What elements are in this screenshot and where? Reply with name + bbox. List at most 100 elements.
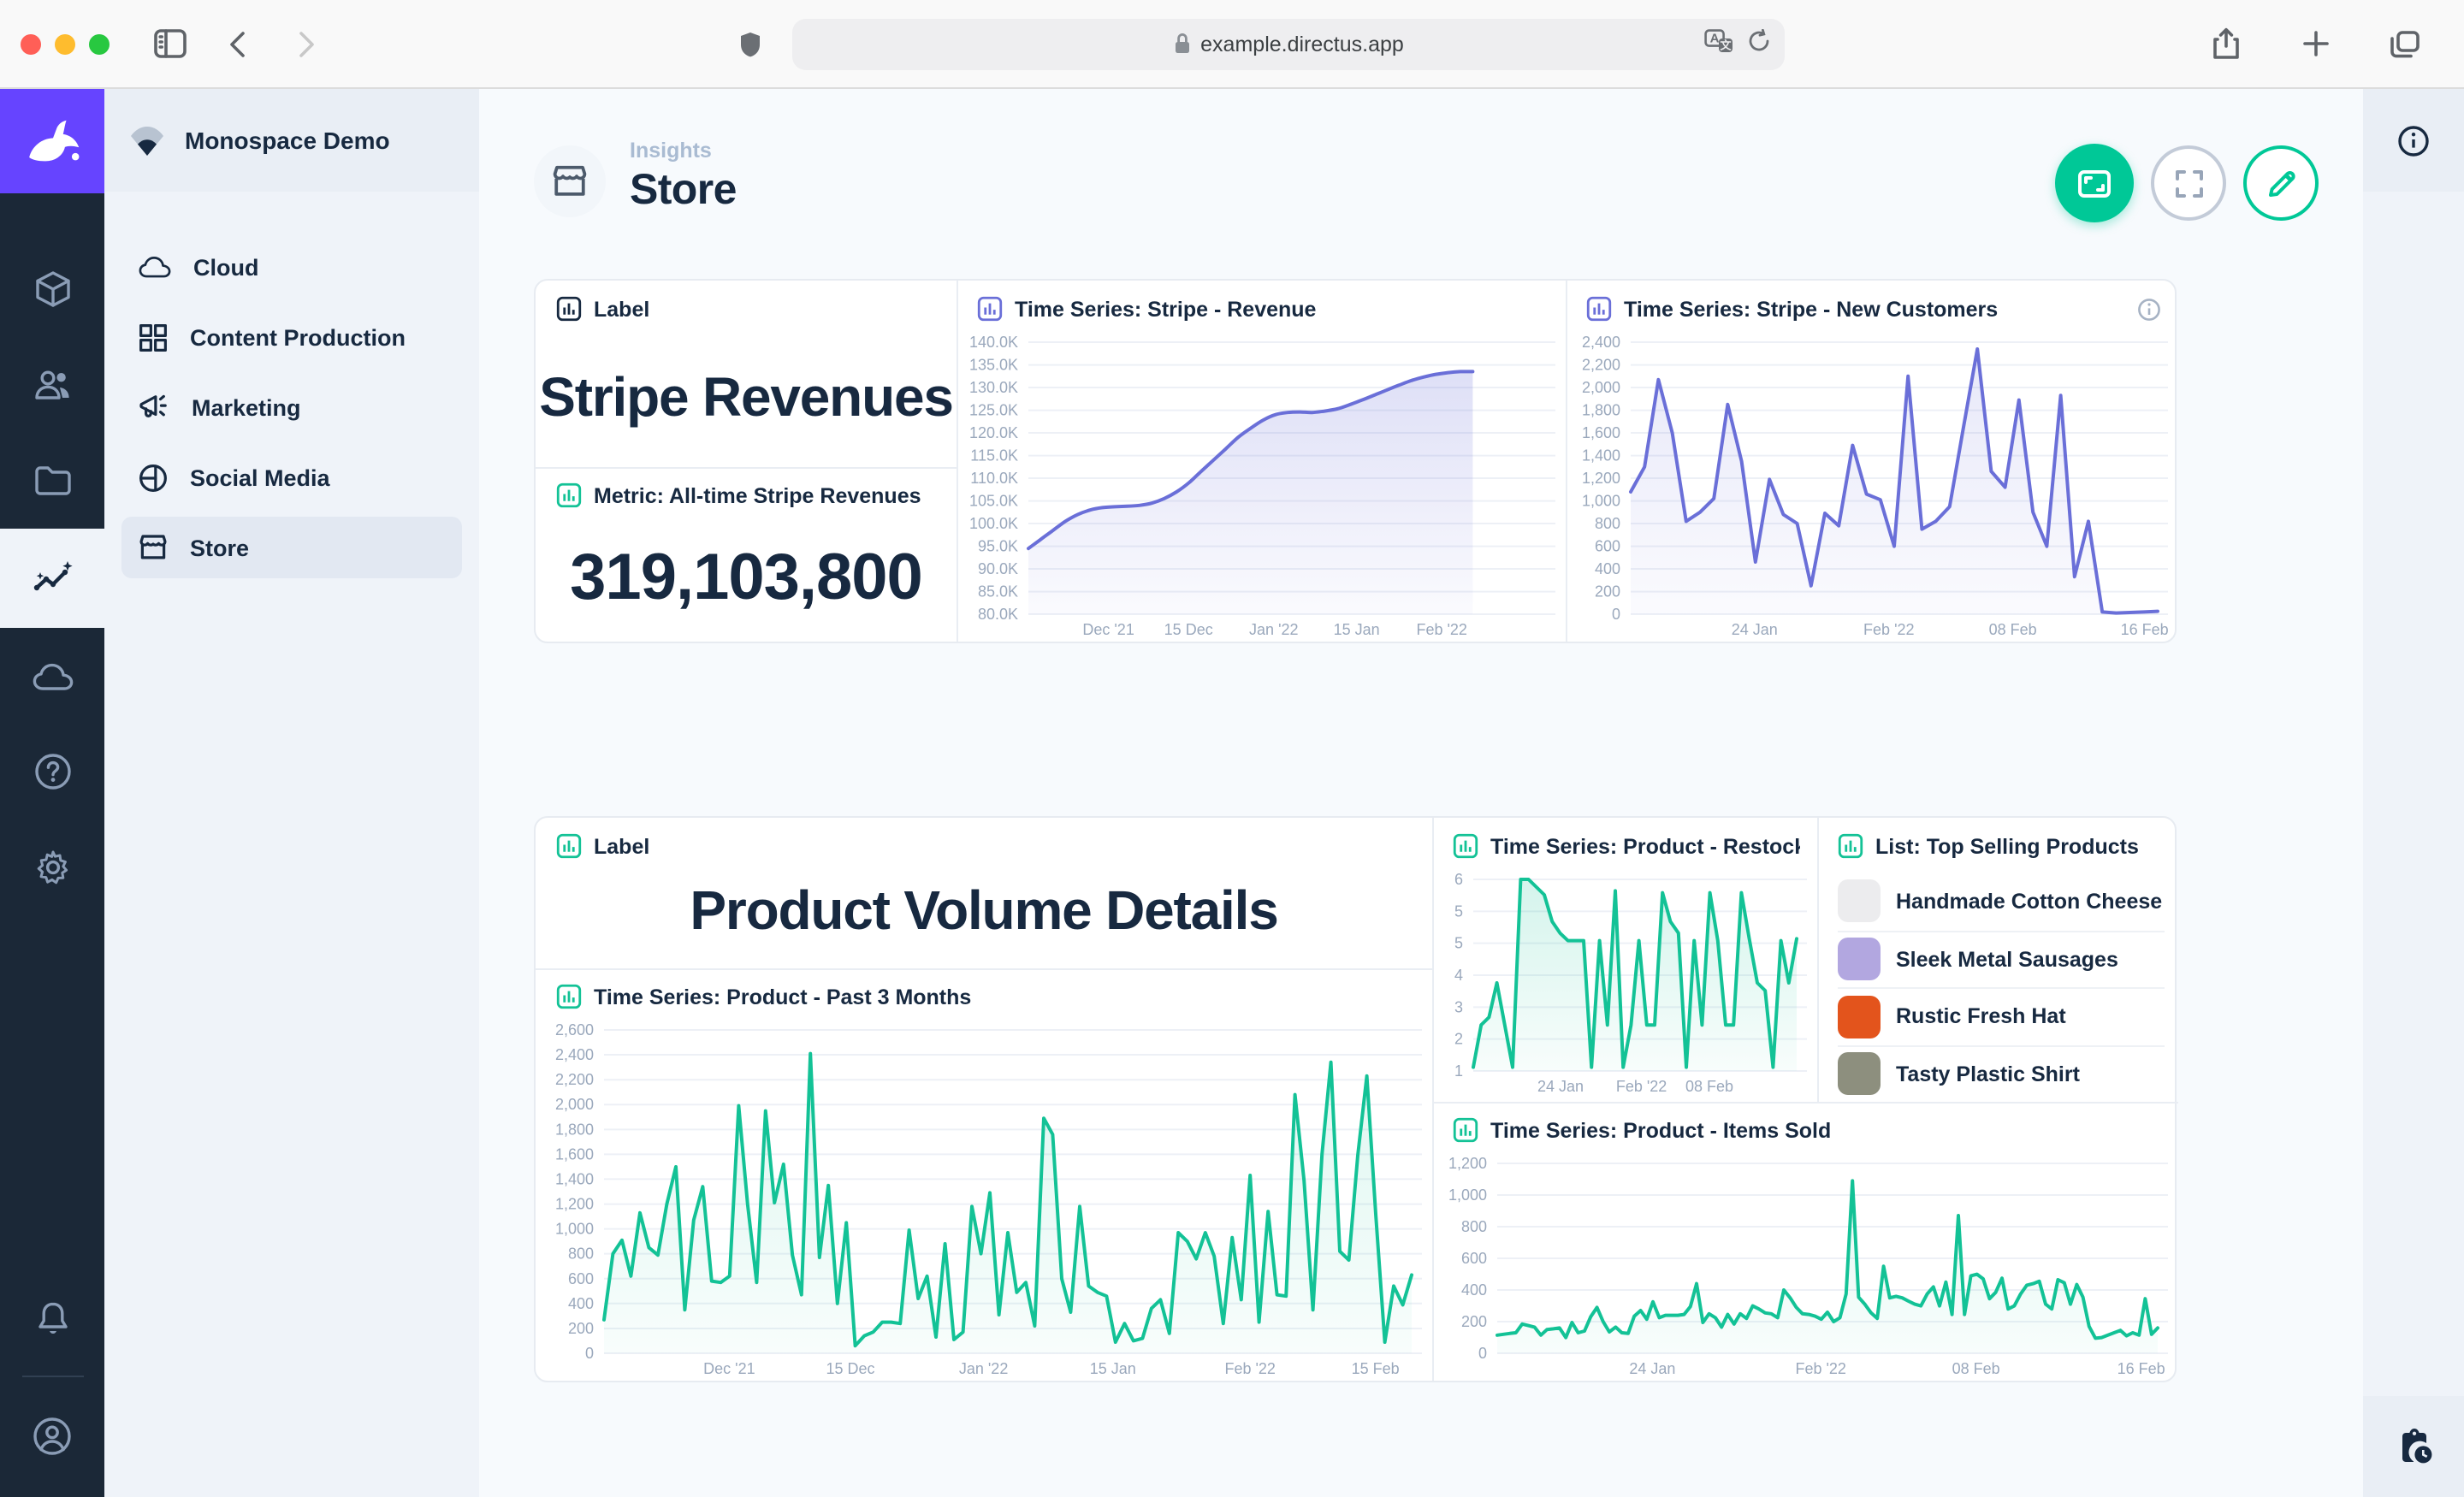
module-files-icon[interactable] [0,433,104,529]
svg-text:24 Jan: 24 Jan [1537,1078,1584,1095]
panel-title: Label [594,834,649,858]
svg-text:2,000: 2,000 [555,1096,594,1113]
panel-type-icon [1586,296,1612,322]
svg-text:115.0K: 115.0K [970,447,1018,464]
svg-text:800: 800 [1461,1218,1487,1235]
sidebar-toggle-icon[interactable] [144,21,195,66]
product-thumbnail [1838,996,1881,1038]
panel-title: List: Top Selling Products [1875,834,2139,858]
list-item[interactable]: Rustic Fresh Hat [1838,987,2165,1044]
svg-text:1,400: 1,400 [1582,447,1620,464]
panel-stripe-new-customers[interactable]: Time Series: Stripe - New Customers 2,40… [1566,281,2178,645]
svg-text:16 Feb: 16 Feb [2121,621,2169,638]
storefront-icon [139,534,168,561]
privacy-shield-icon[interactable] [724,21,775,66]
panel-title: Time Series: Product - Items Sold [1490,1118,1831,1142]
panel-type-icon [1453,833,1478,859]
panel-stripe-revenue[interactable]: Time Series: Stripe - Revenue 140.0K135.… [957,281,1566,645]
notifications-bell-icon[interactable] [0,1269,104,1365]
insights-dashboard: Insights Store [479,89,2363,1497]
new-customers-chart: 2,4002,2002,0001,8001,6001,4001,2001,000… [1573,332,2171,640]
svg-text:400: 400 [1595,560,1620,577]
fullscreen-button[interactable] [2151,145,2226,221]
nav-item-label: Social Media [190,464,330,490]
svg-text:110.0K: 110.0K [970,470,1018,487]
nav-item-label: Marketing [192,394,301,420]
breadcrumb[interactable]: Insights [630,139,712,163]
svg-text:600: 600 [1461,1250,1487,1267]
svg-text:15 Dec: 15 Dec [826,1360,874,1377]
edit-dashboard-button[interactable] [2243,145,2319,221]
svg-text:0: 0 [1478,1345,1487,1362]
module-cloud-icon[interactable] [0,628,104,724]
svg-text:200: 200 [1595,583,1620,601]
browser-toolbar: example.directus.app A文 [0,0,2464,89]
zoom-window-button[interactable] [89,33,110,54]
svg-text:95.0K: 95.0K [978,538,1018,555]
info-sidebar-button[interactable] [2363,89,2464,192]
module-content-icon[interactable] [0,241,104,337]
share-icon[interactable] [2200,21,2252,66]
svg-text:90.0K: 90.0K [978,560,1018,577]
module-help-icon[interactable] [0,724,104,820]
svg-text:2,200: 2,200 [555,1071,594,1088]
panel-top-selling-products[interactable]: List: Top Selling Products Handmade Cott… [1817,818,2178,1102]
svg-text:08 Feb: 08 Feb [1685,1078,1733,1095]
new-tab-icon[interactable] [2289,21,2341,66]
nav-item-store[interactable]: Store [121,517,462,578]
panel-type-icon [556,482,582,508]
module-insights-icon[interactable] [0,529,104,628]
nav-item-label: Cloud [193,254,259,280]
panel-metric-revenues[interactable]: Metric: All-time Stripe Revenues 319,103… [536,467,957,645]
product-name: Tasty Plastic Shirt [1896,1062,2080,1086]
back-button[interactable] [212,21,264,66]
svg-text:Jan '22: Jan '22 [1249,621,1298,638]
list-item[interactable]: Tasty Plastic Shirt [1838,1044,2165,1102]
close-window-button[interactable] [21,33,41,54]
svg-text:Feb '22: Feb '22 [1416,621,1466,638]
nav-item-social-media[interactable]: Social Media [121,447,462,508]
url-area: example.directus.app A文 [349,18,2159,69]
dashboard-icon [534,145,606,217]
reload-icon[interactable] [1747,29,1771,58]
panel-product-past-3-months[interactable]: Time Series: Product - Past 3 Months 2,6… [536,968,1432,1384]
megaphone-icon [139,393,169,421]
module-users-icon[interactable] [0,337,104,433]
panel-product-items-sold[interactable]: Time Series: Product - Items Sold 1,2001… [1432,1102,2178,1384]
svg-text:1: 1 [1454,1062,1463,1080]
past-3-months-chart: 2,6002,4002,2002,0001,8001,6001,4001,200… [542,1020,1425,1379]
panel-title: Label [594,297,649,321]
layout-options-button[interactable] [2055,144,2134,222]
svg-text:2,400: 2,400 [1582,334,1620,351]
user-avatar-icon[interactable] [0,1388,104,1483]
nav-item-cloud[interactable]: Cloud [121,236,462,298]
module-settings-icon[interactable] [0,820,104,915]
minimize-window-button[interactable] [55,33,75,54]
svg-text:16 Feb: 16 Feb [2118,1360,2165,1377]
window-controls [21,33,110,54]
pie-chart-icon [139,463,168,492]
info-icon[interactable] [2137,297,2161,321]
list-item[interactable]: Handmade Cotton Cheese [1838,873,2165,930]
panel-label-product[interactable]: Label Product Volume Details [536,818,1432,968]
svg-text:5: 5 [1454,935,1463,952]
panel-product-restocks[interactable]: Time Series: Product - Restocks 65543212… [1432,818,1817,1102]
svg-text:140.0K: 140.0K [969,334,1018,351]
translate-icon[interactable]: A文 [1704,29,1733,58]
project-switcher[interactable]: Monospace Demo [104,89,479,192]
svg-text:文: 文 [1720,39,1732,52]
items-sold-chart: 1,2001,000800600400200024 JanFeb '2208 F… [1439,1153,2171,1379]
panel-title: Time Series: Stripe - New Customers [1624,297,1998,321]
svg-text:2: 2 [1454,1031,1463,1048]
panel-label-stripe[interactable]: Label Stripe Revenues [536,281,957,467]
tab-overview-icon[interactable] [2378,21,2430,66]
activity-log-button[interactable] [2363,1396,2464,1497]
list-item[interactable]: Sleek Metal Sausages [1838,930,2165,987]
svg-text:400: 400 [568,1295,594,1312]
address-bar[interactable]: example.directus.app A文 [792,18,1785,69]
nav-item-content-production[interactable]: Content Production [121,306,462,368]
product-list: Handmade Cotton Cheese Sleek Metal Sausa… [1838,873,2165,1098]
directus-logo[interactable] [0,89,104,193]
nav-item-marketing[interactable]: Marketing [121,376,462,438]
panel-title: Time Series: Product - Restocks [1490,834,1800,858]
